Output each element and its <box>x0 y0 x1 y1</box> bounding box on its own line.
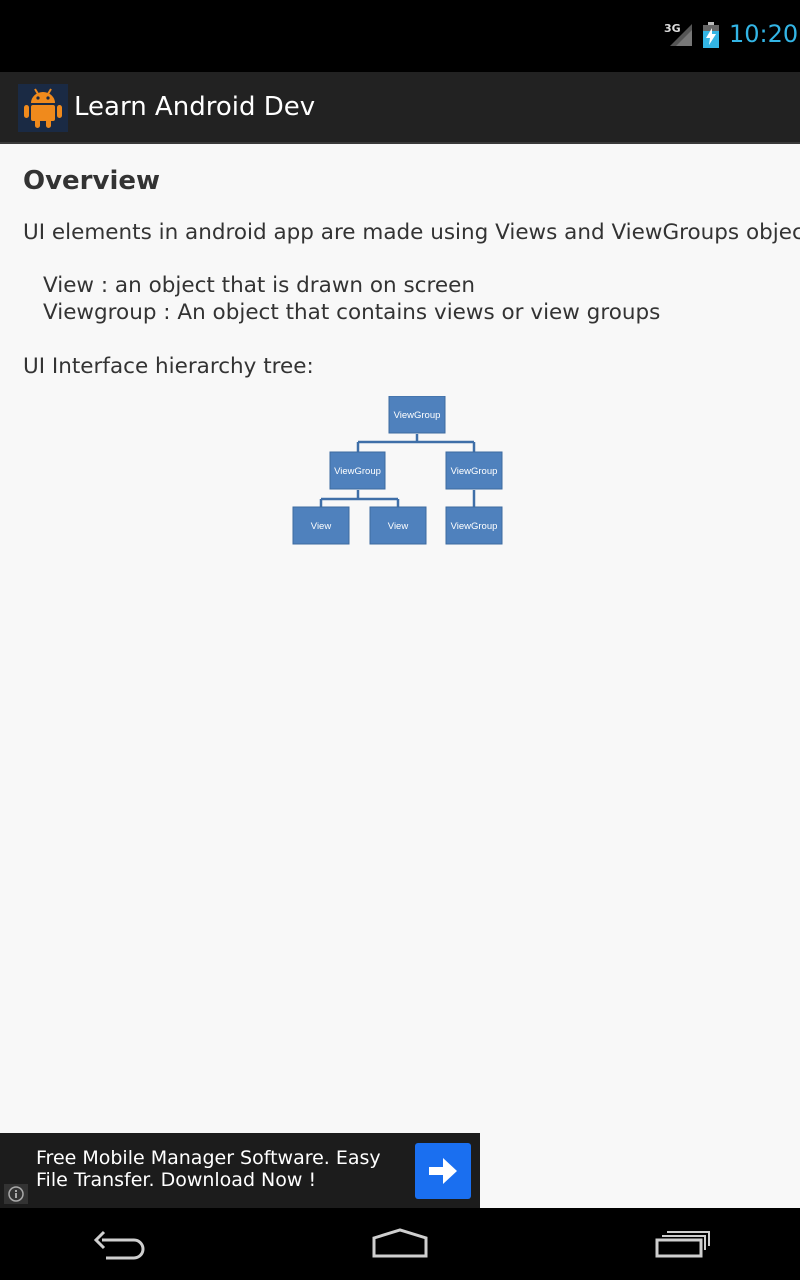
definition-viewgroup: Viewgroup : An object that contains view… <box>43 300 661 325</box>
ad-banner[interactable]: Free Mobile Manager Software. Easy File … <box>0 1133 480 1208</box>
diagram-node-root: ViewGroup <box>388 395 446 434</box>
navigation-bar <box>0 1208 800 1280</box>
definition-view: View : an object that is drawn on screen <box>43 273 475 298</box>
page-heading: Overview <box>23 166 161 196</box>
diagram-node-view-1: View <box>292 506 350 545</box>
diagram-node-label: ViewGroup <box>451 521 498 532</box>
diagram-node-viewgroup-right: ViewGroup <box>445 451 503 490</box>
info-icon[interactable] <box>4 1184 28 1204</box>
app-title: Learn Android Dev <box>74 92 316 122</box>
diagram-node-label: ViewGroup <box>334 466 381 477</box>
arrow-right-icon[interactable] <box>415 1143 471 1199</box>
clock: 10:20 <box>729 20 799 48</box>
screen: 3G 10:20 Learn Android Dev Overview UI e… <box>0 0 800 1280</box>
diagram-node-label: View <box>311 521 332 532</box>
diagram-node-view-2: View <box>369 506 427 545</box>
diagram-node-viewgroup-left: ViewGroup <box>329 451 386 490</box>
diagram-node-label: ViewGroup <box>451 466 498 477</box>
recent-apps-icon[interactable] <box>641 1222 721 1266</box>
hierarchy-diagram: ViewGroup ViewGroup ViewGroup View View <box>285 395 515 551</box>
content-area: Overview UI elements in android app are … <box>0 146 800 1132</box>
back-icon[interactable] <box>80 1222 160 1266</box>
diagram-node-label: ViewGroup <box>394 410 441 421</box>
intro-text: UI elements in android app are made usin… <box>23 220 800 245</box>
tree-label: UI Interface hierarchy tree: <box>23 354 314 379</box>
diagram-node-label: View <box>388 521 409 532</box>
action-bar: Learn Android Dev <box>0 72 800 144</box>
status-bar: 3G 10:20 <box>0 0 800 72</box>
android-robot-icon[interactable] <box>18 84 68 132</box>
diagram-node-viewgroup-leaf: ViewGroup <box>445 506 503 545</box>
battery-charging-icon <box>703 22 719 48</box>
home-icon[interactable] <box>360 1222 440 1266</box>
signal-icon: 3G <box>664 22 694 48</box>
ad-text[interactable]: Free Mobile Manager Software. Easy File … <box>36 1147 406 1191</box>
